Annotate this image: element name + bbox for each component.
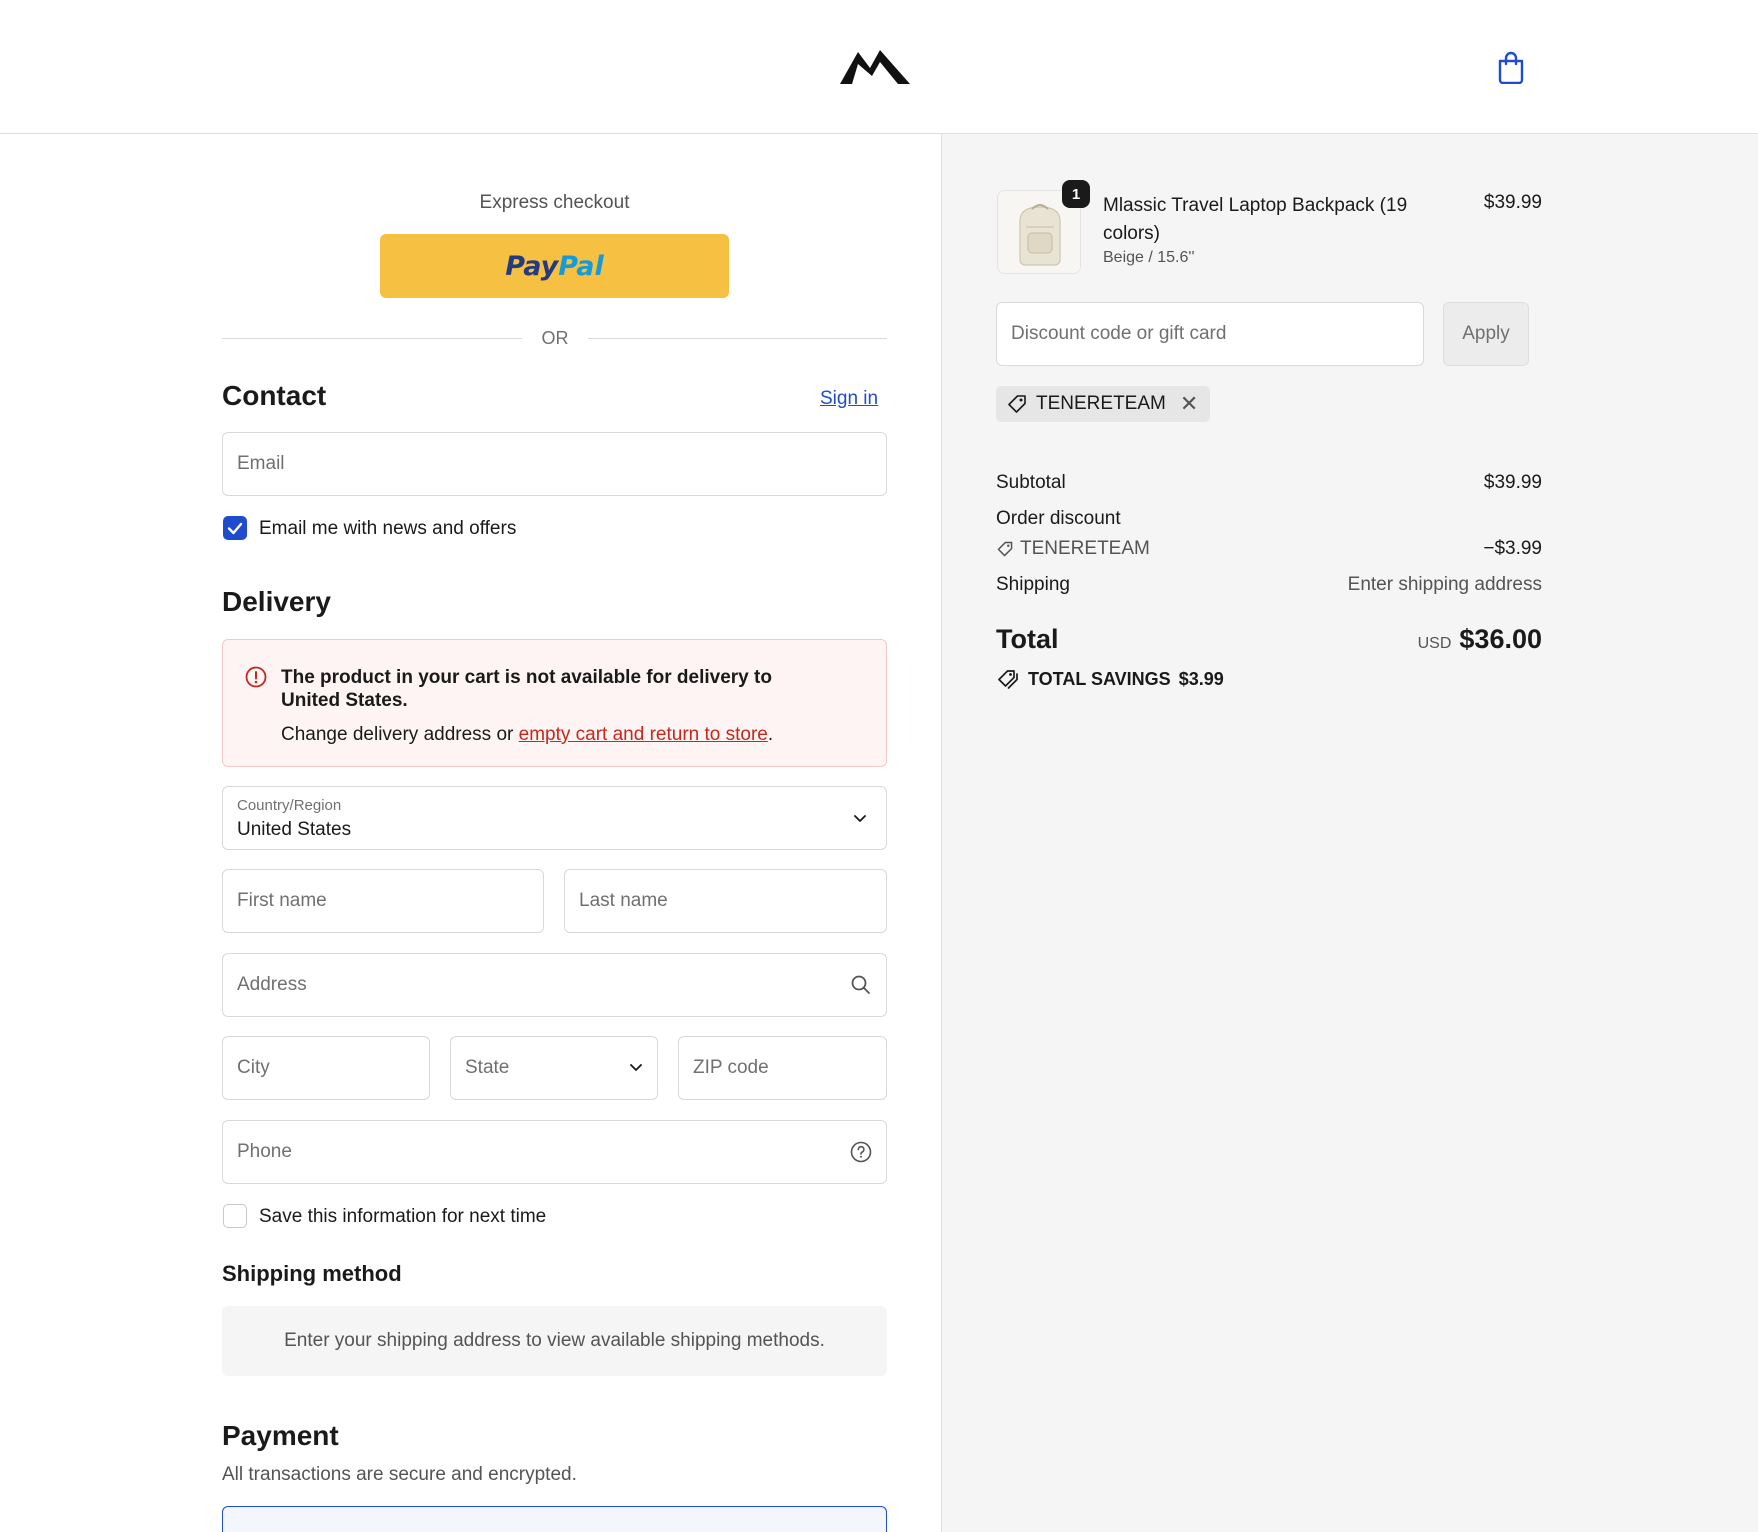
shipping-value: Enter shipping address [1347, 574, 1542, 595]
country-label: Country/Region [237, 797, 342, 814]
chevron-down-icon [630, 1064, 642, 1071]
email-field-wrapper [222, 432, 887, 496]
contact-title: Contact [222, 380, 327, 411]
subtotal-value: $39.99 [1483, 472, 1542, 493]
phone-input[interactable] [237, 1141, 850, 1163]
email-input[interactable] [237, 453, 872, 475]
discount-input[interactable] [1011, 323, 1409, 345]
payment-subtitle: All transactions are secure and encrypte… [222, 1464, 577, 1485]
tags-icon [998, 670, 1018, 689]
tag-icon [1008, 395, 1026, 413]
alert-title: The product in your cart is not availabl… [281, 667, 772, 711]
alert-body-suffix: . [767, 724, 774, 745]
order-discount-label: Order discount [996, 508, 1121, 529]
paypal-button[interactable]: Pay Pal [380, 234, 729, 298]
payment-title: Payment [222, 1420, 339, 1451]
state-select[interactable]: State [450, 1036, 658, 1100]
address-field-wrapper [222, 953, 887, 1017]
phone-field-wrapper [222, 1120, 887, 1184]
zip-input[interactable] [693, 1057, 872, 1079]
country-select[interactable]: Country/Region United States [222, 786, 887, 850]
quantity-badge: 1 [1062, 180, 1090, 208]
zip-field-wrapper [678, 1036, 887, 1100]
discount-value: −$3.99 [1483, 538, 1542, 559]
divider-right [588, 338, 887, 339]
last-name-field-wrapper [564, 869, 887, 933]
paypal-label-part1: Pay [505, 250, 559, 282]
or-divider-text: OR [541, 328, 569, 348]
express-checkout-title: Express checkout [479, 192, 630, 213]
total-amount: $36.00 [1459, 624, 1542, 654]
applied-discount-chip: TENERETEAM ✕ [996, 386, 1211, 422]
savings-value: $3.99 [1178, 668, 1224, 689]
alert-body-prefix: Change delivery address or [281, 724, 519, 745]
chevron-down-icon [854, 815, 866, 822]
alert-body: Change delivery address or empty cart an… [281, 724, 773, 746]
newsletter-checkbox[interactable] [223, 516, 247, 540]
applied-code-label: TENERETEAM [1036, 393, 1166, 414]
save-info-checkbox[interactable] [223, 1204, 247, 1228]
divider-left [222, 338, 522, 339]
save-info-label: Save this information for next time [259, 1206, 547, 1227]
total-label: Total [996, 624, 1059, 654]
error-circle-icon [245, 666, 267, 688]
delivery-title: Delivery [222, 586, 331, 617]
apply-discount-button[interactable]: Apply [1443, 302, 1529, 366]
product-name: Mlassic Travel Laptop Backpack (19 color… [1103, 195, 1408, 244]
city-field-wrapper [222, 1036, 430, 1100]
total-value-group: USD $36.00 [1418, 624, 1542, 655]
discount-code-row: TENERETEAM [996, 538, 1150, 560]
first-name-field-wrapper [222, 869, 544, 933]
mountain-logo-icon[interactable] [840, 46, 910, 88]
empty-cart-link[interactable]: empty cart and return to store [519, 724, 768, 745]
last-name-input[interactable] [579, 890, 872, 912]
subtotal-label: Subtotal [996, 472, 1066, 493]
tag-icon [997, 541, 1013, 557]
city-input[interactable] [237, 1057, 415, 1079]
currency-code: USD [1417, 635, 1452, 652]
remove-discount-close-icon[interactable]: ✕ [1180, 393, 1198, 415]
shipping-method-title: Shipping method [222, 1261, 402, 1286]
delivery-error-alert: The product in your cart is not availabl… [222, 639, 887, 767]
check-icon [227, 522, 243, 535]
savings-label: TOTAL SAVINGS [1028, 668, 1171, 689]
shipping-method-placeholder: Enter your shipping address to view avai… [222, 1306, 887, 1376]
newsletter-label: Email me with news and offers [259, 518, 517, 539]
search-icon[interactable] [850, 974, 872, 996]
country-value: United States [237, 819, 352, 840]
state-placeholder: State [465, 1057, 510, 1078]
checkout-form-panel: Express checkout Pay Pal OR Contact Sign … [0, 134, 941, 1532]
payment-option-credit-card[interactable] [222, 1506, 887, 1532]
total-savings-row: TOTAL SAVINGS $3.99 [996, 668, 1224, 690]
discount-field-wrapper [996, 302, 1424, 366]
site-header [0, 0, 1758, 134]
help-circle-icon[interactable] [850, 1141, 872, 1163]
shopping-bag-icon[interactable] [1496, 50, 1526, 84]
paypal-label-part2: Pal [558, 250, 604, 282]
address-input[interactable] [237, 974, 850, 996]
shipping-label: Shipping [996, 574, 1070, 595]
first-name-input[interactable] [237, 890, 529, 912]
order-summary-panel: 1 Mlassic Travel Laptop Backpack (19 col… [941, 134, 1758, 1532]
product-price: $39.99 [1483, 192, 1542, 213]
sign-in-link[interactable]: Sign in [820, 388, 878, 410]
discount-code-text: TENERETEAM [1020, 538, 1150, 559]
product-variant: Beige / 15.6'' [1103, 249, 1195, 266]
